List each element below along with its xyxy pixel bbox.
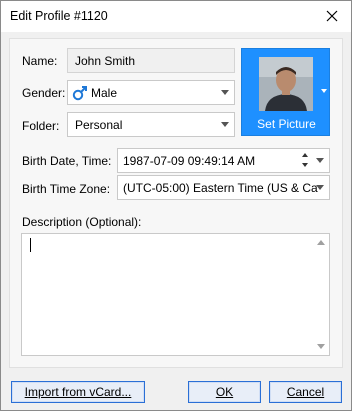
scroll-down-icon [317, 344, 325, 349]
window-title: Edit Profile #1120 [10, 9, 108, 23]
chevron-down-icon [316, 158, 324, 163]
profile-photo [259, 57, 313, 111]
chevron-down-icon [221, 90, 229, 95]
name-value: John Smith [75, 53, 136, 68]
set-picture-label: Set Picture [257, 117, 316, 131]
folder-label: Folder: [22, 119, 60, 133]
gender-dropdown[interactable]: Male [67, 80, 235, 105]
time-zone-dropdown[interactable]: (UTC-05:00) Eastern Time (US & Ca [117, 175, 330, 200]
description-textarea[interactable] [21, 233, 330, 356]
import-vcard-button[interactable]: Import from vCard... [11, 381, 145, 403]
gender-value: Male [91, 85, 118, 100]
close-icon [326, 10, 338, 22]
close-button[interactable] [317, 2, 347, 30]
edit-profile-dialog: Edit Profile #1120 Name: John Smith Gend… [0, 0, 352, 411]
title-bar: Edit Profile #1120 [1, 1, 351, 32]
import-vcard-label: Import from vCard... [24, 385, 132, 399]
vertical-scrollbar[interactable] [313, 234, 329, 355]
set-picture-menu-button[interactable] [319, 48, 330, 136]
description-label: Description (Optional): [22, 215, 142, 229]
chevron-down-icon [316, 185, 324, 190]
name-label: Name: [22, 54, 58, 68]
folder-dropdown[interactable]: Personal [67, 112, 235, 137]
time-zone-value: (UTC-05:00) Eastern Time (US & Ca [123, 180, 318, 195]
spinner-icon[interactable] [301, 151, 311, 171]
folder-value: Personal [75, 117, 123, 132]
scroll-up-icon [317, 240, 325, 245]
gender-label: Gender: [22, 86, 66, 100]
cancel-button[interactable]: Cancel [269, 381, 342, 403]
ok-label: OK [215, 385, 234, 399]
cancel-label: Cancel [286, 385, 325, 399]
chevron-down-icon [221, 122, 229, 127]
chevron-down-icon [321, 89, 327, 93]
text-caret [30, 238, 31, 252]
time-zone-label: Birth Time Zone: [22, 182, 111, 196]
ok-button[interactable]: OK [188, 381, 261, 403]
birth-date-value: 1987-07-09 09:49:14 AM [123, 153, 256, 168]
set-picture-button[interactable]: Set Picture [241, 48, 330, 136]
birth-date-picker[interactable]: 1987-07-09 09:49:14 AM [117, 148, 330, 173]
name-field[interactable]: John Smith [67, 48, 235, 73]
male-symbol-icon [72, 85, 87, 100]
birth-date-label: Birth Date, Time: [22, 154, 112, 168]
